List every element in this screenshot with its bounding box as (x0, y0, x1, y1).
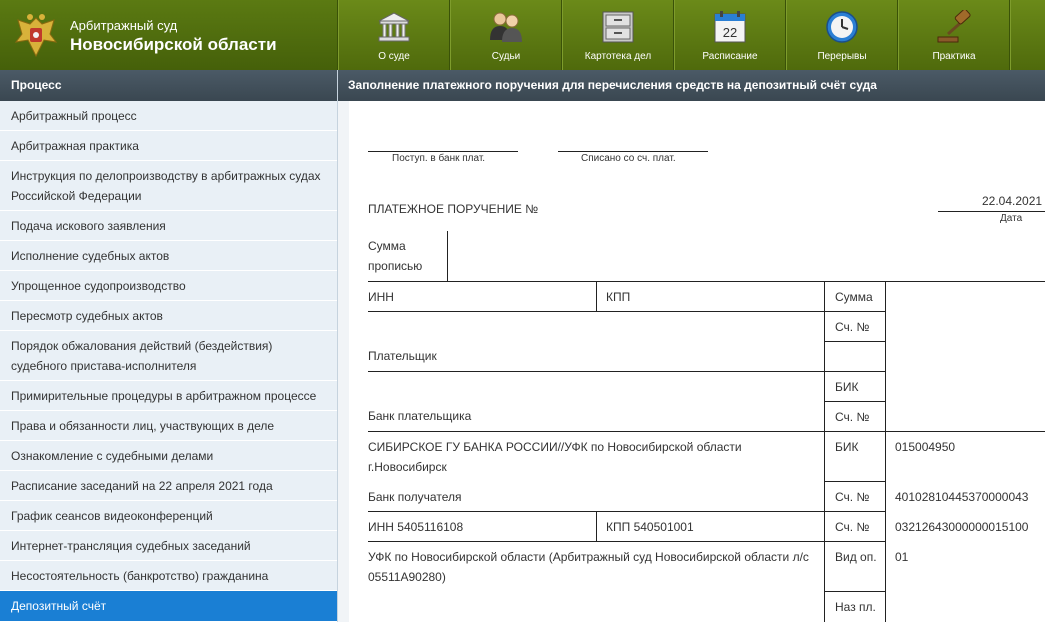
sidebar-item[interactable]: Подача искового заявления (0, 211, 337, 241)
payment-order-form: Поступ. в банк плат. Списано со сч. плат… (338, 101, 1045, 622)
calendar-icon: 22 (714, 11, 746, 43)
divider (368, 281, 1045, 282)
sidebar-item[interactable]: Исполнение судебных актов (0, 241, 337, 271)
nav-label: Картотека дел (584, 51, 652, 62)
received-label: Поступ. в банк плат. (392, 153, 486, 164)
recipient-corr-account: 40102810445370000043 (895, 490, 1029, 504)
nav-label: Практика (932, 51, 976, 62)
nav-practice[interactable]: Практика (898, 0, 1010, 70)
op-type-value: 01 (895, 550, 909, 564)
site-header: Арбитражный суд Новосибирской области О … (0, 0, 1045, 70)
sidebar: Процесс Арбитражный процесс Арбитражная … (0, 70, 338, 622)
nav-case-files[interactable]: Картотека дел (562, 0, 674, 70)
recipient-inn: ИНН 5405116108 (368, 520, 464, 534)
recipient-name: 05511А90280) (368, 570, 446, 584)
recipient-bik: 015004950 (895, 440, 956, 454)
divider (824, 591, 885, 592)
sidebar-item[interactable]: Арбитражная практика (0, 131, 337, 161)
divider (447, 231, 448, 281)
sidebar-item[interactable]: Расписание заседаний на 22 апреля 2021 г… (0, 471, 337, 501)
divider (824, 341, 885, 342)
payment-purpose-label: Наз пл. (835, 600, 876, 614)
divider (558, 151, 708, 152)
inn-label: ИНН (368, 290, 394, 304)
divider (885, 281, 886, 622)
nav-filler (1010, 0, 1043, 70)
recipient-bank-label: Банк получателя (368, 490, 462, 504)
recipient-kpp: КПП 540501001 (606, 520, 694, 534)
date-label: Дата (1000, 213, 1023, 224)
nav-label: Судьи (491, 51, 521, 62)
divider (368, 371, 885, 372)
kpp-label: КПП (606, 290, 631, 304)
top-nav: О суде Судьи Картотека дел 22 Расписание… (338, 0, 1043, 70)
sidebar-item[interactable]: Несостоятельность (банкротство) граждани… (0, 561, 337, 591)
divider (824, 401, 885, 402)
order-title: ПЛАТЕЖНОЕ ПОРУЧЕНИЕ № (368, 202, 539, 216)
sidebar-item[interactable]: График сеансов видеоконференций (0, 501, 337, 531)
sidebar-item[interactable]: Интернет-трансляция судебных заседаний (0, 531, 337, 561)
account-label: Сч. № (835, 490, 870, 504)
sidebar-item[interactable]: Порядок обжалования действий (бездействи… (0, 331, 337, 381)
nav-label: Расписание (702, 51, 758, 62)
sidebar-item[interactable]: Инструкция по делопроизводству в арбитра… (0, 161, 337, 211)
sidebar-item[interactable]: Упрощенное судопроизводство (0, 271, 337, 301)
bik-label: БИК (835, 440, 859, 454)
bik-label: БИК (835, 380, 859, 394)
sidebar-item-deposit-account[interactable]: Депозитный счёт (0, 591, 337, 622)
sum-label: Сумма (835, 290, 873, 304)
page-title: Заполнение платежного поручения для пере… (338, 70, 1045, 101)
divider (938, 211, 1045, 212)
file-cabinet-icon (602, 11, 634, 43)
sidebar-item[interactable]: Примирительные процедуры в арбитражном п… (0, 381, 337, 411)
divider (824, 281, 825, 622)
divider (596, 511, 597, 541)
clock-icon (826, 11, 858, 43)
sum-words-label: Сумма (368, 239, 406, 253)
content-gutter (338, 101, 349, 622)
account-label: Сч. № (835, 410, 870, 424)
sidebar-item[interactable]: Арбитражный процесс (0, 101, 337, 131)
recipient-bank-city: г.Новосибирск (368, 460, 447, 474)
court-logo-link[interactable]: Арбитражный суд Новосибирской области (0, 0, 338, 70)
nav-judges[interactable]: Судьи (450, 0, 562, 70)
debited-label: Списано со сч. плат. (581, 153, 676, 164)
op-type-label: Вид оп. (835, 550, 877, 564)
divider (368, 311, 885, 312)
nav-label: Перерывы (817, 51, 867, 62)
judges-icon (490, 12, 522, 42)
nav-label: О суде (378, 51, 410, 62)
account-label: Сч. № (835, 520, 870, 534)
divider (368, 511, 885, 512)
court-name-line1: Арбитражный суд (70, 18, 178, 33)
building-icon (378, 12, 410, 42)
sidebar-item[interactable]: Пересмотр судебных актов (0, 301, 337, 331)
payer-bank-label: Банк плательщика (368, 409, 472, 423)
recipient-account: 03212643000000015100 (895, 520, 1029, 534)
divider (368, 431, 1045, 432)
divider (596, 281, 597, 311)
divider (368, 541, 885, 542)
gavel-icon (937, 10, 971, 43)
recipient-name: УФК по Новосибирской области (Арбитражны… (368, 550, 809, 564)
recipient-bank-name: СИБИРСКОЕ ГУ БАНКА РОССИИ//УФК по Новоси… (368, 440, 742, 454)
account-label: Сч. № (835, 320, 870, 334)
sidebar-item[interactable]: Права и обязанности лиц, участвующих в д… (0, 411, 337, 441)
court-name-line2: Новосибирской области (70, 35, 277, 54)
sum-words-label: прописью (368, 259, 423, 273)
nav-about[interactable]: О суде (338, 0, 450, 70)
calendar-day: 22 (723, 25, 737, 40)
payer-label: Плательщик (368, 349, 437, 363)
sidebar-item[interactable]: Ознакомление с судебными делами (0, 441, 337, 471)
sidebar-title: Процесс (0, 70, 337, 101)
divider (368, 151, 518, 152)
nav-schedule[interactable]: 22 Расписание (674, 0, 786, 70)
date-value: 22.04.2021 (982, 194, 1043, 208)
coat-of-arms-icon (14, 14, 58, 58)
nav-breaks[interactable]: Перерывы (786, 0, 898, 70)
divider (824, 481, 885, 482)
